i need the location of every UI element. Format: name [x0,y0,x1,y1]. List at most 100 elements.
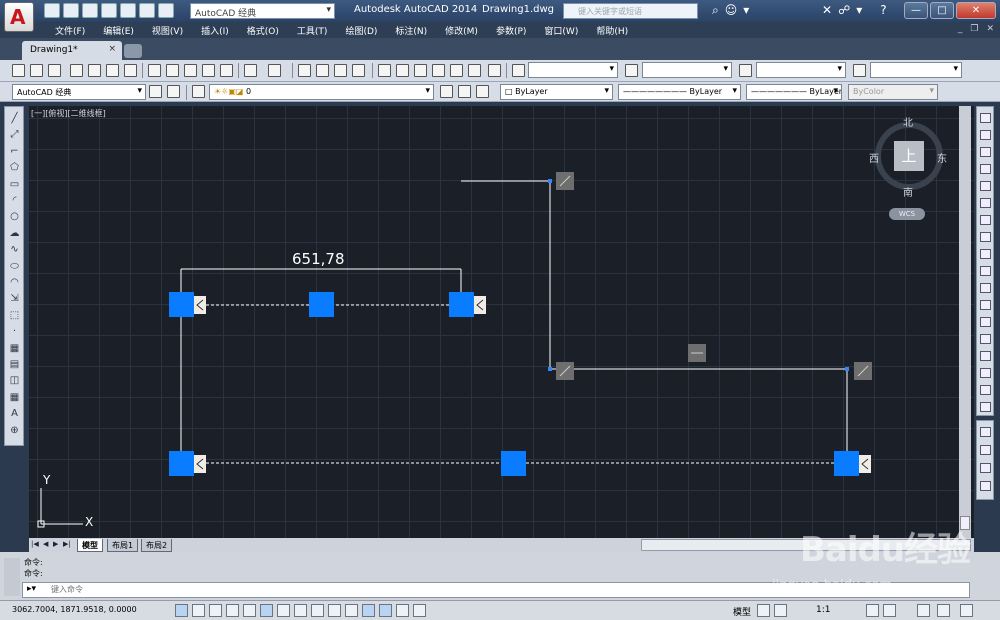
dynamic-ucs-icon[interactable] [311,604,324,617]
mleader-style-icon[interactable] [853,64,866,77]
command-window-handle[interactable] [4,558,20,596]
cut-icon[interactable] [148,64,161,77]
linetype-dropdown[interactable]: ———————— ByLayer [618,84,741,100]
zoom-previous-icon[interactable] [352,64,365,77]
properties-icon[interactable] [378,64,391,77]
viewcube-top-face[interactable]: 上 [894,141,924,171]
array-icon[interactable] [980,181,991,191]
close-tab-icon[interactable]: × [108,44,116,54]
redo-icon[interactable] [268,64,281,77]
snap-mode-icon[interactable] [192,604,205,617]
layout-tab-1[interactable]: 布局1 [107,539,139,552]
copy-icon[interactable] [166,64,179,77]
line-icon[interactable]: ╱ [8,113,21,125]
mleader-style-dropdown[interactable] [870,62,962,78]
dim-style-icon[interactable] [625,64,638,77]
save-icon[interactable] [48,64,61,77]
zoom-window-icon[interactable] [334,64,347,77]
command-input[interactable] [51,585,851,594]
offset-icon[interactable] [980,164,991,174]
dim-style-dropdown[interactable] [642,62,732,78]
mtext-icon[interactable]: A [8,408,21,420]
layer-previous-icon[interactable] [458,85,471,98]
spline-icon[interactable]: ∿ [8,244,21,256]
undo-icon[interactable] [139,3,155,18]
menu-item-10[interactable]: 窗口(W) [535,24,587,37]
insert-block-icon[interactable]: ⇲ [8,293,21,305]
extend-icon[interactable] [980,283,991,293]
circle-icon[interactable]: ○ [8,211,21,223]
make-block-icon[interactable]: ⬚ [8,310,21,322]
paste-icon[interactable] [184,64,197,77]
make-current-layer-icon[interactable] [440,85,453,98]
region-icon[interactable]: ◫ [8,375,21,387]
last-layout-icon[interactable]: ▶| [63,540,72,550]
saveas-icon[interactable] [101,3,117,18]
send-under-icon[interactable] [980,481,991,491]
infer-constraints-icon[interactable] [175,604,188,617]
arc-icon[interactable]: ◜ [8,195,21,207]
3dprint-icon[interactable] [124,64,137,77]
drawing-geometry[interactable] [29,106,974,538]
help-icon[interactable] [488,64,501,77]
menu-item-9[interactable]: 参数(P) [487,24,535,37]
new-icon[interactable] [44,3,60,18]
menu-item-7[interactable]: 标注(N) [386,24,436,37]
blend-icon[interactable] [980,385,991,395]
preview-icon[interactable] [88,64,101,77]
compass-east[interactable]: 东 [937,150,947,165]
qnew-icon[interactable] [12,64,25,77]
layer-properties-icon[interactable] [192,85,205,98]
compass-north[interactable]: 北 [903,114,913,129]
menu-item-6[interactable]: 绘图(D) [336,24,386,37]
maximize-button[interactable]: □ [930,2,954,19]
menu-item-11[interactable]: 帮助(H) [587,24,637,37]
minimize-button[interactable]: — [904,2,928,19]
menu-item-8[interactable]: 修改(M) [436,24,487,37]
grip-arrow-tag[interactable] [859,455,871,473]
compass-south[interactable]: 南 [903,184,913,199]
selection-cycling-icon[interactable] [396,604,409,617]
save-icon[interactable] [82,3,98,18]
user-icon[interactable]: ☺ [725,3,738,18]
point-icon[interactable]: · [8,326,21,338]
grip-arrow-tag[interactable] [194,296,206,314]
settings-gear-icon[interactable] [149,85,162,98]
compass-west[interactable]: 西 [869,150,879,165]
menu-item-2[interactable]: 视图(V) [143,24,192,37]
command-prompt-icon[interactable]: ▸▾ [27,584,36,594]
quickcalc-icon[interactable] [468,64,481,77]
grip-blue[interactable] [169,292,194,317]
object-snap-tracking-icon[interactable] [294,604,307,617]
table-icon[interactable]: ▦ [8,392,21,404]
first-layout-icon[interactable]: |◀ [31,540,40,550]
vertex-point[interactable] [548,367,552,371]
grip-blue[interactable] [501,451,526,476]
tool-palettes-icon[interactable] [414,64,427,77]
help-icon[interactable]: ? [880,3,886,17]
polyline-icon[interactable]: ⌐ [8,146,21,158]
vertex-point[interactable] [548,179,552,183]
table-style-icon[interactable] [739,64,752,77]
next-layout-icon[interactable]: ▶ [53,540,62,550]
chamfer-icon[interactable] [980,351,991,361]
bring-front-icon[interactable] [980,427,991,437]
break-icon[interactable] [980,317,991,327]
annotation-monitor-icon[interactable] [413,604,426,617]
add-selected-icon[interactable]: ⊕ [8,425,21,437]
trim-icon[interactable] [980,266,991,276]
model-space-toggle[interactable]: 模型 [733,605,751,618]
coordinate-readout[interactable]: 3062.7004, 1871.9518, 0.0000 [12,605,137,614]
zoom-realtime-icon[interactable] [316,64,329,77]
new-tab-button[interactable] [124,44,142,58]
plotstyle-dropdown[interactable]: ByColor [848,84,938,100]
menu-item-3[interactable]: 插入(I) [192,24,238,37]
object-snap-icon[interactable] [260,604,273,617]
gradient-icon[interactable]: ▤ [8,359,21,371]
stretch-icon[interactable] [980,249,991,259]
vertex-point[interactable] [845,367,849,371]
workspace-save-icon[interactable] [167,85,180,98]
matchprop-icon[interactable] [202,64,215,77]
layout-tab-model[interactable]: 模型 [77,539,103,552]
menu-item-1[interactable]: 编辑(E) [94,24,143,37]
